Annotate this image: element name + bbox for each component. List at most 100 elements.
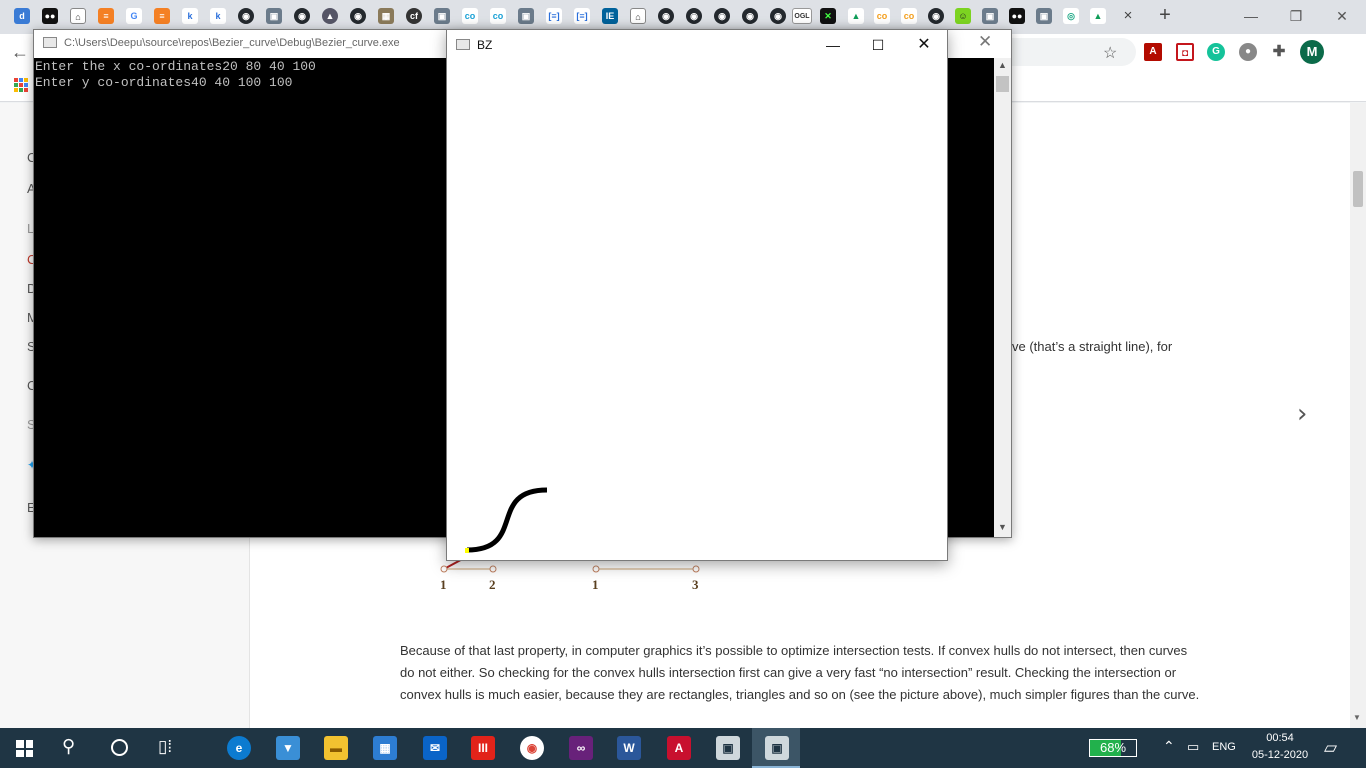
bz-app-icon bbox=[456, 39, 470, 50]
tab-favicon-icon[interactable]: k bbox=[210, 8, 226, 24]
grammarly-icon[interactable]: G bbox=[1207, 43, 1225, 61]
tab-favicon-icon[interactable]: ▣ bbox=[1036, 8, 1052, 24]
tab-favicon-icon[interactable]: ▣ bbox=[518, 8, 534, 24]
bz-titlebar[interactable]: BZ — ☐ ✕ bbox=[447, 30, 947, 60]
cortana-icon[interactable] bbox=[111, 739, 128, 756]
word-icon[interactable]: W bbox=[617, 736, 641, 760]
profile-avatar[interactable]: M bbox=[1300, 40, 1324, 64]
tab-favicon-icon[interactable]: ▣ bbox=[434, 8, 450, 24]
store-icon[interactable]: ▦ bbox=[373, 736, 397, 760]
apps-grid-icon[interactable] bbox=[14, 78, 28, 92]
mail-icon[interactable]: ✉ bbox=[423, 736, 447, 760]
notifications-icon[interactable]: ▱ bbox=[1324, 738, 1337, 758]
tab-favicon-icon[interactable]: ▲ bbox=[322, 8, 338, 24]
figure-point-label: 1 bbox=[592, 577, 599, 592]
clock-time[interactable]: 00:54 bbox=[1250, 732, 1310, 744]
tab-favicon-icon[interactable]: ▣ bbox=[266, 8, 282, 24]
console-close-button[interactable]: ✕ bbox=[978, 32, 998, 52]
tab-favicon-icon[interactable]: co bbox=[462, 8, 478, 24]
edge-icon[interactable]: e bbox=[227, 736, 251, 760]
github-icon[interactable]: ◉ bbox=[238, 8, 254, 24]
github-icon[interactable]: ◉ bbox=[770, 8, 786, 24]
github-icon[interactable]: ◉ bbox=[350, 8, 366, 24]
bezier-canvas bbox=[465, 487, 548, 553]
extension-icon[interactable]: ◘ bbox=[1176, 43, 1194, 61]
console-scrollbar-thumb[interactable] bbox=[996, 76, 1009, 92]
google-drive-icon[interactable]: ▲ bbox=[848, 8, 864, 24]
tab-favicon-icon[interactable]: G bbox=[126, 8, 142, 24]
next-page-chevron-icon[interactable]: › bbox=[1297, 399, 1307, 429]
tab-favicon-icon[interactable]: k bbox=[182, 8, 198, 24]
tab-favicon-icon[interactable]: OGL bbox=[792, 8, 812, 24]
clock-date[interactable]: 05-12-2020 bbox=[1246, 749, 1314, 761]
page-scrollbar[interactable]: ▼ bbox=[1350, 103, 1366, 728]
visual-studio-icon[interactable]: ∞ bbox=[569, 736, 593, 760]
page-scrollbar-thumb[interactable] bbox=[1353, 171, 1363, 207]
tab-favicon-icon[interactable]: [≡] bbox=[574, 8, 590, 24]
app-icon[interactable]: ▼ bbox=[276, 736, 300, 760]
windows-taskbar: ⚲ ▯⁞ e ▼ ▬ ▦ ✉ III ◉ ∞ W A ▣ ▣ 68% ⌃ ▭ E… bbox=[0, 728, 1366, 768]
tab-favicon-icon[interactable]: ●● bbox=[1009, 8, 1025, 24]
active-app-taskbar-button[interactable]: ▣ bbox=[752, 728, 800, 768]
browser-minimize-button[interactable]: — bbox=[1229, 4, 1273, 28]
tab-favicon-icon[interactable]: d bbox=[14, 8, 30, 24]
tab-favicon-icon[interactable]: co bbox=[490, 8, 506, 24]
github-icon[interactable]: ◉ bbox=[686, 8, 702, 24]
tab-favicon-icon[interactable]: [≡] bbox=[546, 8, 562, 24]
tab-favicon-icon[interactable]: ✕ bbox=[820, 8, 836, 24]
tab-favicon-icon[interactable]: ⌂ bbox=[70, 8, 86, 24]
input-language[interactable]: ENG bbox=[1212, 741, 1236, 753]
tab-favicon-icon[interactable]: ≡ bbox=[98, 8, 114, 24]
github-icon[interactable]: ◉ bbox=[928, 8, 944, 24]
tab-favicon-icon[interactable]: ◎ bbox=[1063, 8, 1079, 24]
back-arrow-icon[interactable]: ← bbox=[11, 42, 29, 63]
tab-favicon-icon[interactable]: co bbox=[901, 8, 917, 24]
file-explorer-icon[interactable]: ▬ bbox=[324, 736, 348, 760]
github-icon[interactable]: ◉ bbox=[294, 8, 310, 24]
tab-favicon-icon[interactable]: ≡ bbox=[154, 8, 170, 24]
tab-favicon-icon[interactable]: ▣ bbox=[982, 8, 998, 24]
chevron-up-icon[interactable]: ⌃ bbox=[1163, 738, 1175, 755]
github-icon[interactable]: ◉ bbox=[658, 8, 674, 24]
bz-graphics-window[interactable]: BZ — ☐ ✕ bbox=[446, 29, 948, 561]
scroll-up-arrow-icon[interactable]: ▲ bbox=[998, 60, 1007, 70]
maximize-button[interactable]: ☐ bbox=[855, 33, 901, 57]
chrome-icon[interactable]: ◉ bbox=[520, 736, 544, 760]
github-icon[interactable]: ◉ bbox=[742, 8, 758, 24]
console-scrollbar[interactable]: ▲ ▼ bbox=[994, 58, 1011, 537]
article-text-fragment: ve (that’s a straight line), for bbox=[1012, 339, 1173, 354]
battery-icon[interactable]: ▭ bbox=[1187, 739, 1199, 755]
minimize-button[interactable]: — bbox=[810, 33, 856, 57]
new-tab-button[interactable]: + bbox=[1155, 5, 1175, 27]
close-button[interactable]: ✕ bbox=[901, 33, 947, 57]
battery-indicator[interactable]: 68% bbox=[1089, 739, 1137, 757]
bookmark-star-icon[interactable]: ☆ bbox=[1103, 43, 1117, 63]
tab-favicon-icon[interactable]: ☺ bbox=[955, 8, 971, 24]
extension-icon[interactable]: ● bbox=[1239, 43, 1257, 61]
scroll-down-arrow-icon[interactable]: ▼ bbox=[998, 522, 1007, 532]
tab-favicon-icon[interactable]: cf bbox=[406, 8, 422, 24]
scroll-down-arrow-icon[interactable]: ▼ bbox=[1353, 713, 1361, 722]
google-drive-icon[interactable]: ▲ bbox=[1090, 8, 1106, 24]
ieee-icon[interactable]: IE bbox=[602, 8, 618, 24]
address-bar[interactable]: ☆ bbox=[1000, 38, 1136, 66]
tab-favicon-icon[interactable]: ●● bbox=[42, 8, 58, 24]
app-icon[interactable]: III bbox=[471, 736, 495, 760]
github-icon[interactable]: ◉ bbox=[714, 8, 730, 24]
console-app-taskbar-icon[interactable]: ▣ bbox=[716, 736, 740, 760]
figure-point-label: 3 bbox=[692, 577, 699, 592]
search-icon[interactable]: ⚲ bbox=[62, 736, 75, 757]
extensions-puzzle-icon[interactable]: ✚ bbox=[1270, 43, 1288, 61]
acrobat-icon[interactable]: A bbox=[667, 736, 691, 760]
console-title: C:\Users\Deepu\source\repos\Bezier_curve… bbox=[64, 37, 400, 49]
tab-favicon-icon[interactable]: ⌂ bbox=[630, 8, 646, 24]
windows-start-icon[interactable] bbox=[16, 740, 33, 757]
close-tab-icon[interactable]: × bbox=[1119, 7, 1137, 25]
tab-favicon-icon[interactable]: co bbox=[874, 8, 890, 24]
tab-favicon-icon[interactable]: ▦ bbox=[378, 8, 394, 24]
browser-restore-button[interactable]: ❐ bbox=[1274, 4, 1318, 28]
console-app-icon bbox=[43, 37, 57, 48]
task-view-icon[interactable]: ▯⁞ bbox=[158, 737, 172, 757]
acrobat-extension-icon[interactable]: A bbox=[1144, 43, 1162, 61]
browser-close-button[interactable]: ✕ bbox=[1320, 4, 1364, 28]
